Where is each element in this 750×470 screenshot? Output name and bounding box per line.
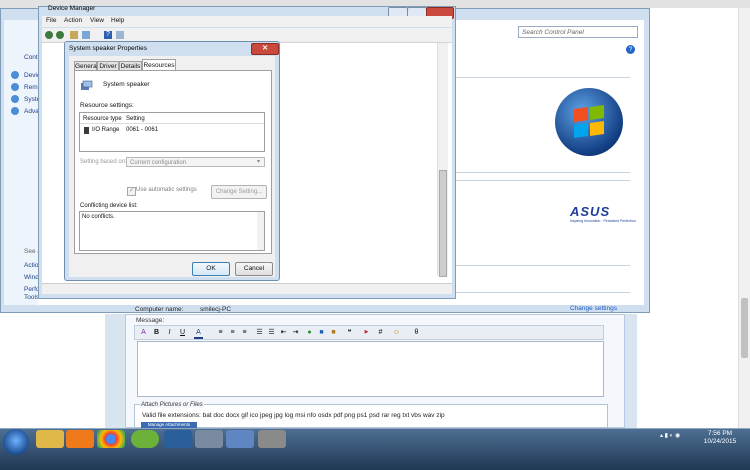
use-automatic-checkbox[interactable]: ✓ [127,187,136,196]
monitor-icon[interactable] [116,31,124,39]
setting-based-select[interactable]: Current configuration [126,157,265,167]
image-icon[interactable]: ■ [317,328,326,337]
shield-icon [11,107,19,115]
format-icon[interactable]: A [139,328,148,337]
menu-help[interactable]: Help [111,17,124,24]
menu-file[interactable]: File [46,17,56,24]
conflicting-devices-label: Conflicting device list: [80,203,138,209]
asus-logo: ASUS [570,204,611,219]
device-manager-title: Device Manager [48,5,96,12]
shield-icon [11,95,19,103]
shield-icon [11,83,19,91]
forward-icon[interactable] [56,31,64,39]
status-bar [42,283,452,294]
message-textarea[interactable] [137,341,604,397]
use-automatic-label: Use automatic settings [136,187,197,193]
conflict-scrollbar[interactable] [257,212,264,250]
computer-name-label: Computer name: [135,306,184,313]
device-manager-taskbar-icon[interactable] [226,430,254,448]
change-settings-link[interactable]: Change settings [570,305,617,312]
italic-icon[interactable]: I [165,328,174,337]
divider [440,265,630,266]
explorer-icon[interactable] [36,430,64,448]
font-color-icon[interactable]: A [194,328,203,339]
divider [440,172,630,173]
asus-tagline: Inspiring Innovation · Persistent Perfec… [570,219,636,223]
youtube-icon[interactable]: ▶ [362,328,371,337]
divider [440,292,630,293]
properties-dialog-title: System speaker Properties [69,45,148,52]
numbered-list-icon[interactable]: ☰ [255,328,264,337]
start-button[interactable] [3,429,29,455]
message-label: Message: [136,317,165,324]
ok-button[interactable]: OK [192,262,230,276]
speaker-icon [80,80,93,90]
cancel-button[interactable]: Cancel [235,262,273,276]
clock-time[interactable]: 7:56 PM [700,430,740,437]
control-panel-sidebar: Cont Devic Remo Syste Adva See a Actio W… [4,20,41,305]
divider [440,180,630,181]
system-tray[interactable]: ▴ ▮ ◐ ◉ [660,432,680,439]
sidebar-item-action[interactable]: Actio [24,262,38,269]
menu-action[interactable]: Action [64,17,82,24]
list-icon[interactable] [82,31,90,39]
browser-scroll-thumb[interactable] [741,298,748,358]
sidebar-item-advanced[interactable]: Adva [24,108,39,115]
computer-name-value: smilecj-PC [200,306,232,313]
insert-icon[interactable]: ■ [329,328,338,337]
device-tree-scroll-thumb[interactable] [439,170,447,277]
underline-icon[interactable]: U [178,328,187,337]
device-name: System speaker [103,81,150,88]
code-icon[interactable]: # [376,328,385,337]
table-row-type[interactable]: I/O Range [92,127,119,133]
chevron-down-icon[interactable]: ▾ [257,158,260,165]
attachments-title: Attach Pictures or Files [140,402,204,408]
column-header-setting: Setting [126,116,145,122]
app-w-icon[interactable] [131,430,159,448]
close-icon[interactable]: ✕ [251,43,279,55]
change-setting-button[interactable]: Change Setting... [211,185,267,199]
app-icon[interactable] [195,430,223,448]
quote-icon[interactable]: ❝ [345,328,354,337]
shield-icon [11,71,19,79]
internet-explorer-icon[interactable] [164,430,192,448]
sidebar-item-tools[interactable]: Tools [24,294,39,301]
windows-logo-icon [555,88,623,156]
column-header-resource-type: Resource type [83,116,122,122]
table-row-setting[interactable]: 0061 - 0061 [126,127,158,133]
link-icon[interactable]: ● [305,328,314,337]
conflicting-devices-value: No conflicts. [82,214,115,220]
special-char-icon[interactable]: θ [412,328,421,337]
bold-icon[interactable]: B [152,328,161,337]
printer-icon[interactable] [258,430,286,448]
bullet-list-icon[interactable]: ☰ [267,328,276,337]
clock-date[interactable]: 10/24/2015 [700,438,740,445]
divider [440,77,630,78]
resource-settings-label: Resource settings: [80,102,134,109]
help-icon[interactable]: ? [104,31,112,39]
setting-based-label: Setting based on: [80,159,127,165]
media-player-icon[interactable] [66,430,94,448]
io-range-icon [84,127,89,134]
menu-view[interactable]: View [90,17,104,24]
back-icon[interactable] [45,31,53,39]
align-right-icon[interactable]: ≡ [240,328,249,337]
indent-icon[interactable]: ⇥ [291,328,300,337]
divider [80,123,264,124]
sidebar-item-control[interactable]: Cont [24,54,38,61]
sidebar-item-windows[interactable]: Wind [24,274,39,281]
chrome-icon[interactable] [97,430,125,448]
align-left-icon[interactable]: ≡ [216,328,225,337]
browser-scrollbar[interactable] [738,8,750,428]
valid-extensions-text: Valid file extensions: bat doc docx gif … [142,412,445,419]
smiley-icon[interactable]: ☺ [392,328,401,337]
align-center-icon[interactable]: ≡ [228,328,237,337]
help-icon[interactable]: ? [626,45,635,54]
outdent-icon[interactable]: ⇤ [279,328,288,337]
properties-icon[interactable] [70,31,78,39]
control-panel-search-input[interactable]: Search Control Panel [518,26,638,38]
